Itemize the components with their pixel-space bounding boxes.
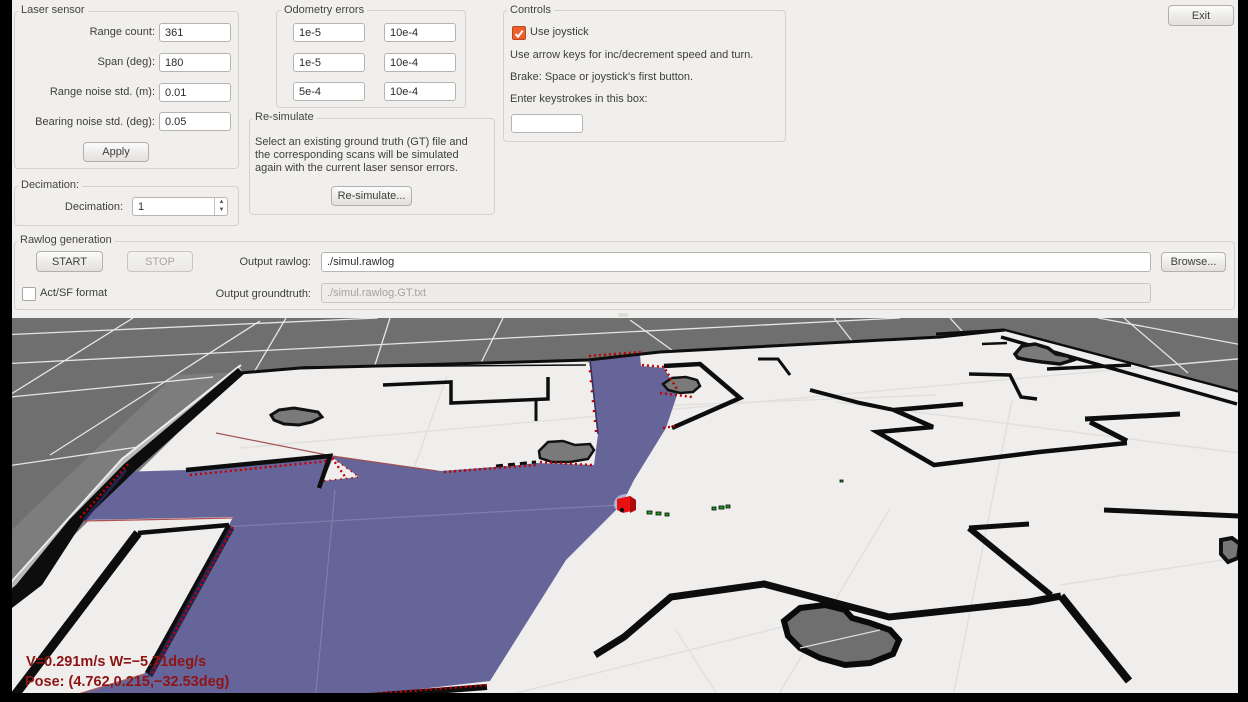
- svg-text:V=0.291m/s W=−5.71deg/s: V=0.291m/s W=−5.71deg/s: [26, 654, 206, 670]
- svg-text:Pose: (4.762,0.215,−32.53deg): Pose: (4.762,0.215,−32.53deg): [25, 674, 230, 690]
